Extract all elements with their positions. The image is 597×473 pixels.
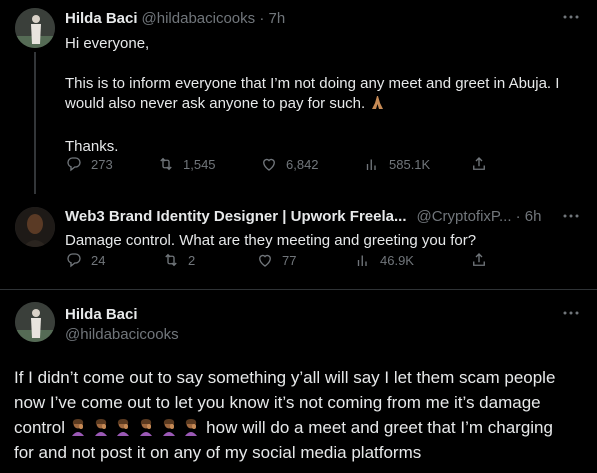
- facepalm-emoji-icon: [117, 419, 130, 436]
- more-horizontal-icon[interactable]: [562, 207, 580, 230]
- facepalm-emoji-icon: [185, 419, 198, 436]
- tweet-text-line: how will do a meet and greet that I’m ch…: [206, 418, 553, 437]
- reply-icon: [67, 157, 81, 172]
- facepalm-emoji-icons: [70, 418, 206, 437]
- tweet-text-line: Thanks.: [65, 138, 119, 155]
- views-count: 585.1K: [389, 156, 431, 172]
- avatar[interactable]: [15, 8, 55, 48]
- author-handle[interactable]: @hildabacicooks: [65, 326, 179, 343]
- facepalm-emoji-icon: [162, 419, 175, 436]
- more-horizontal-icon[interactable]: [562, 8, 580, 31]
- like-count: 6,842: [286, 156, 319, 172]
- tweet-text-line: would also never ask anyone to pay for s…: [65, 95, 366, 112]
- facepalm-emoji-icon: [94, 419, 107, 436]
- praying-hands-emoji-icon: [369, 94, 386, 117]
- tweet-1[interactable]: Hilda Baci @hildabacicooks · 7h Hi every…: [0, 0, 597, 194]
- author-name[interactable]: Hilda Baci: [65, 306, 138, 323]
- tweet-text-line: control: [14, 418, 66, 437]
- reply-button[interactable]: 273: [65, 155, 113, 173]
- views-button[interactable]: 585.1K: [363, 155, 430, 173]
- tweet-text: Damage control. What are they meeting an…: [65, 232, 477, 249]
- views-button[interactable]: 46.9K: [354, 251, 414, 269]
- tweet-text-line: Hi everyone,: [65, 35, 150, 52]
- like-icon: [263, 158, 275, 171]
- share-button[interactable]: [470, 251, 488, 269]
- avatar[interactable]: [15, 207, 55, 247]
- retweet-icon: [165, 253, 177, 267]
- tweet-text-line: now I’ve come out to let you know it’s n…: [14, 393, 541, 412]
- like-button[interactable]: 77: [256, 251, 296, 269]
- retweet-count: 1,545: [183, 156, 216, 172]
- facepalm-emoji-icon: [139, 419, 152, 436]
- more-horizontal-icon[interactable]: [562, 304, 580, 327]
- retweet-button[interactable]: 1,545: [157, 155, 216, 173]
- author-name[interactable]: Hilda Baci: [65, 10, 138, 27]
- author-handle[interactable]: @hildabacicooks · 7h: [142, 10, 286, 27]
- share-icon: [473, 253, 485, 266]
- reply-count: 273: [91, 156, 113, 172]
- tweet-text-line: If I didn’t come out to say something y’…: [14, 368, 556, 387]
- reply-count: 24: [91, 252, 106, 268]
- like-button[interactable]: 6,842: [260, 155, 319, 173]
- retweet-icon: [160, 157, 172, 171]
- views-icon: [366, 159, 376, 170]
- views-count: 46.9K: [380, 252, 414, 268]
- tweet-2[interactable]: Web3 Brand Identity Designer | Upwork Fr…: [0, 195, 597, 289]
- author-name[interactable]: Web3 Brand Identity Designer | Upwork Fr…: [65, 208, 407, 225]
- like-count: 77: [282, 252, 297, 268]
- thread-line: [34, 52, 36, 194]
- facepalm-emoji-icon: [71, 419, 84, 436]
- retweet-button[interactable]: 2: [162, 251, 195, 269]
- like-icon: [259, 254, 271, 267]
- avatar[interactable]: [15, 302, 55, 342]
- share-button[interactable]: [470, 155, 488, 173]
- reply-button[interactable]: 24: [65, 251, 105, 269]
- share-icon: [473, 157, 485, 170]
- retweet-count: 2: [188, 252, 196, 268]
- views-icon: [357, 255, 367, 266]
- tweet-3[interactable]: Hilda Baci @hildabacicooks If I didn’t c…: [0, 290, 597, 473]
- author-handle[interactable]: @CryptofixP... · 6h: [417, 208, 542, 225]
- tweet-text-line: for and not post it on any of my social …: [14, 443, 422, 462]
- tweet-text-line: This is to inform everyone that I’m not …: [65, 75, 560, 92]
- reply-icon: [67, 253, 81, 268]
